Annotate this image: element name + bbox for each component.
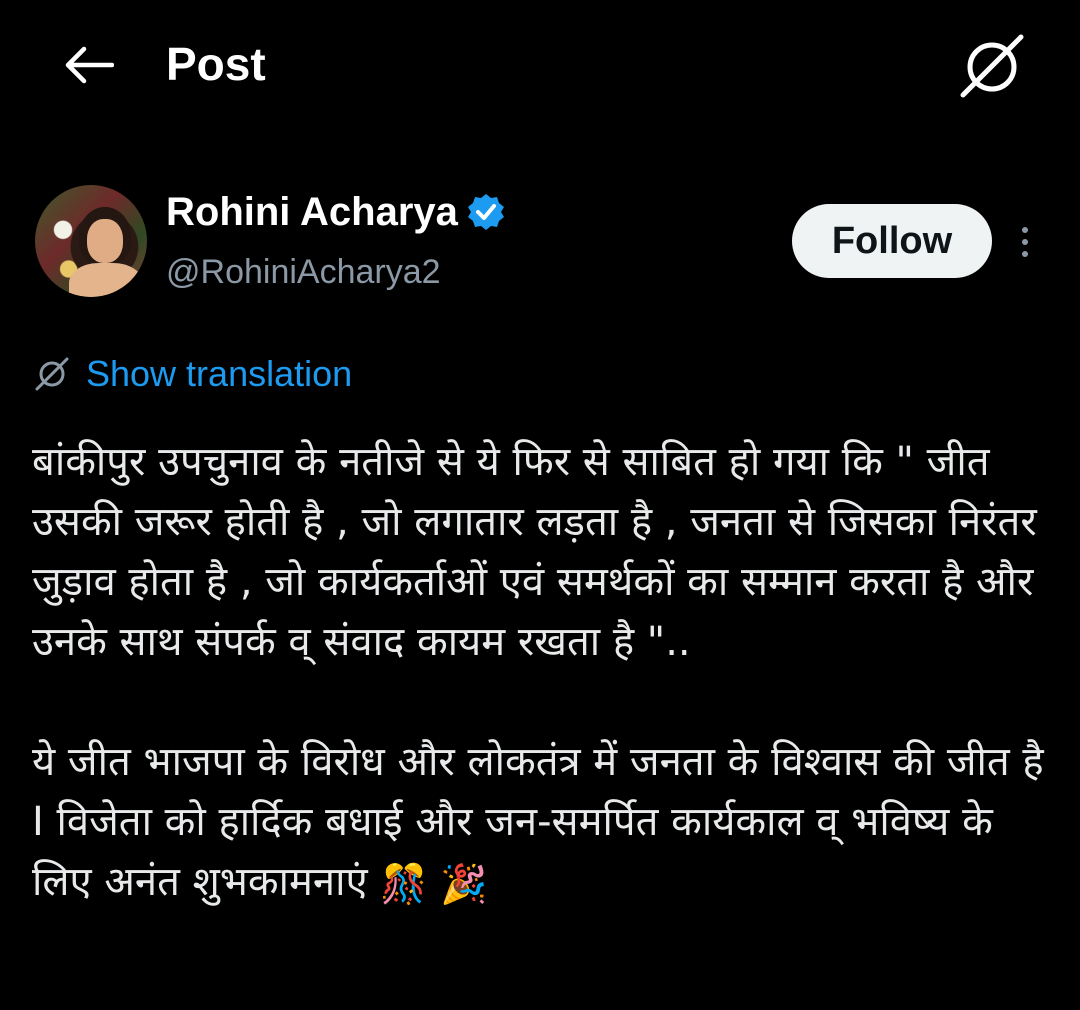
more-options-button[interactable]	[1008, 218, 1042, 266]
more-vertical-icon	[1022, 239, 1028, 245]
confetti-ball-emoji: 🎊	[380, 862, 428, 906]
follow-button[interactable]: Follow	[792, 204, 992, 278]
arrow-left-icon	[65, 46, 114, 84]
translate-icon	[960, 34, 1024, 98]
avatar-face	[87, 219, 123, 263]
author-name-text: Rohini Acharya	[166, 190, 458, 234]
more-vertical-icon	[1022, 227, 1028, 233]
avatar[interactable]	[35, 185, 147, 297]
verified-badge-icon	[466, 192, 506, 232]
back-button[interactable]	[58, 38, 118, 92]
show-translation-label: Show translation	[86, 353, 353, 394]
avatar-body	[69, 263, 143, 297]
more-vertical-icon	[1022, 251, 1028, 257]
author-handle[interactable]: @RohiniAcharya2	[166, 248, 441, 296]
page-title: Post	[166, 38, 266, 90]
top-bar: Post	[0, 0, 1080, 150]
post-body: बांकीपुर उपचुनाव के नतीजे से ये फिर से स…	[32, 432, 1062, 914]
show-translation-link[interactable]: Show translation	[34, 350, 352, 398]
post-paragraph: ये जीत भाजपा के विरोध और लोकतंत्र में जन…	[32, 732, 1062, 914]
author-name[interactable]: Rohini Acharya	[166, 186, 506, 238]
post-paragraph-text: ये जीत भाजपा के विरोध और लोकतंत्र में जन…	[32, 739, 1044, 905]
post-paragraph: बांकीपुर उपचुनाव के नतीजे से ये फिर से स…	[32, 439, 1037, 665]
translate-icon	[35, 357, 69, 391]
party-popper-emoji: 🎉	[440, 862, 488, 906]
translate-button[interactable]	[954, 30, 1030, 100]
